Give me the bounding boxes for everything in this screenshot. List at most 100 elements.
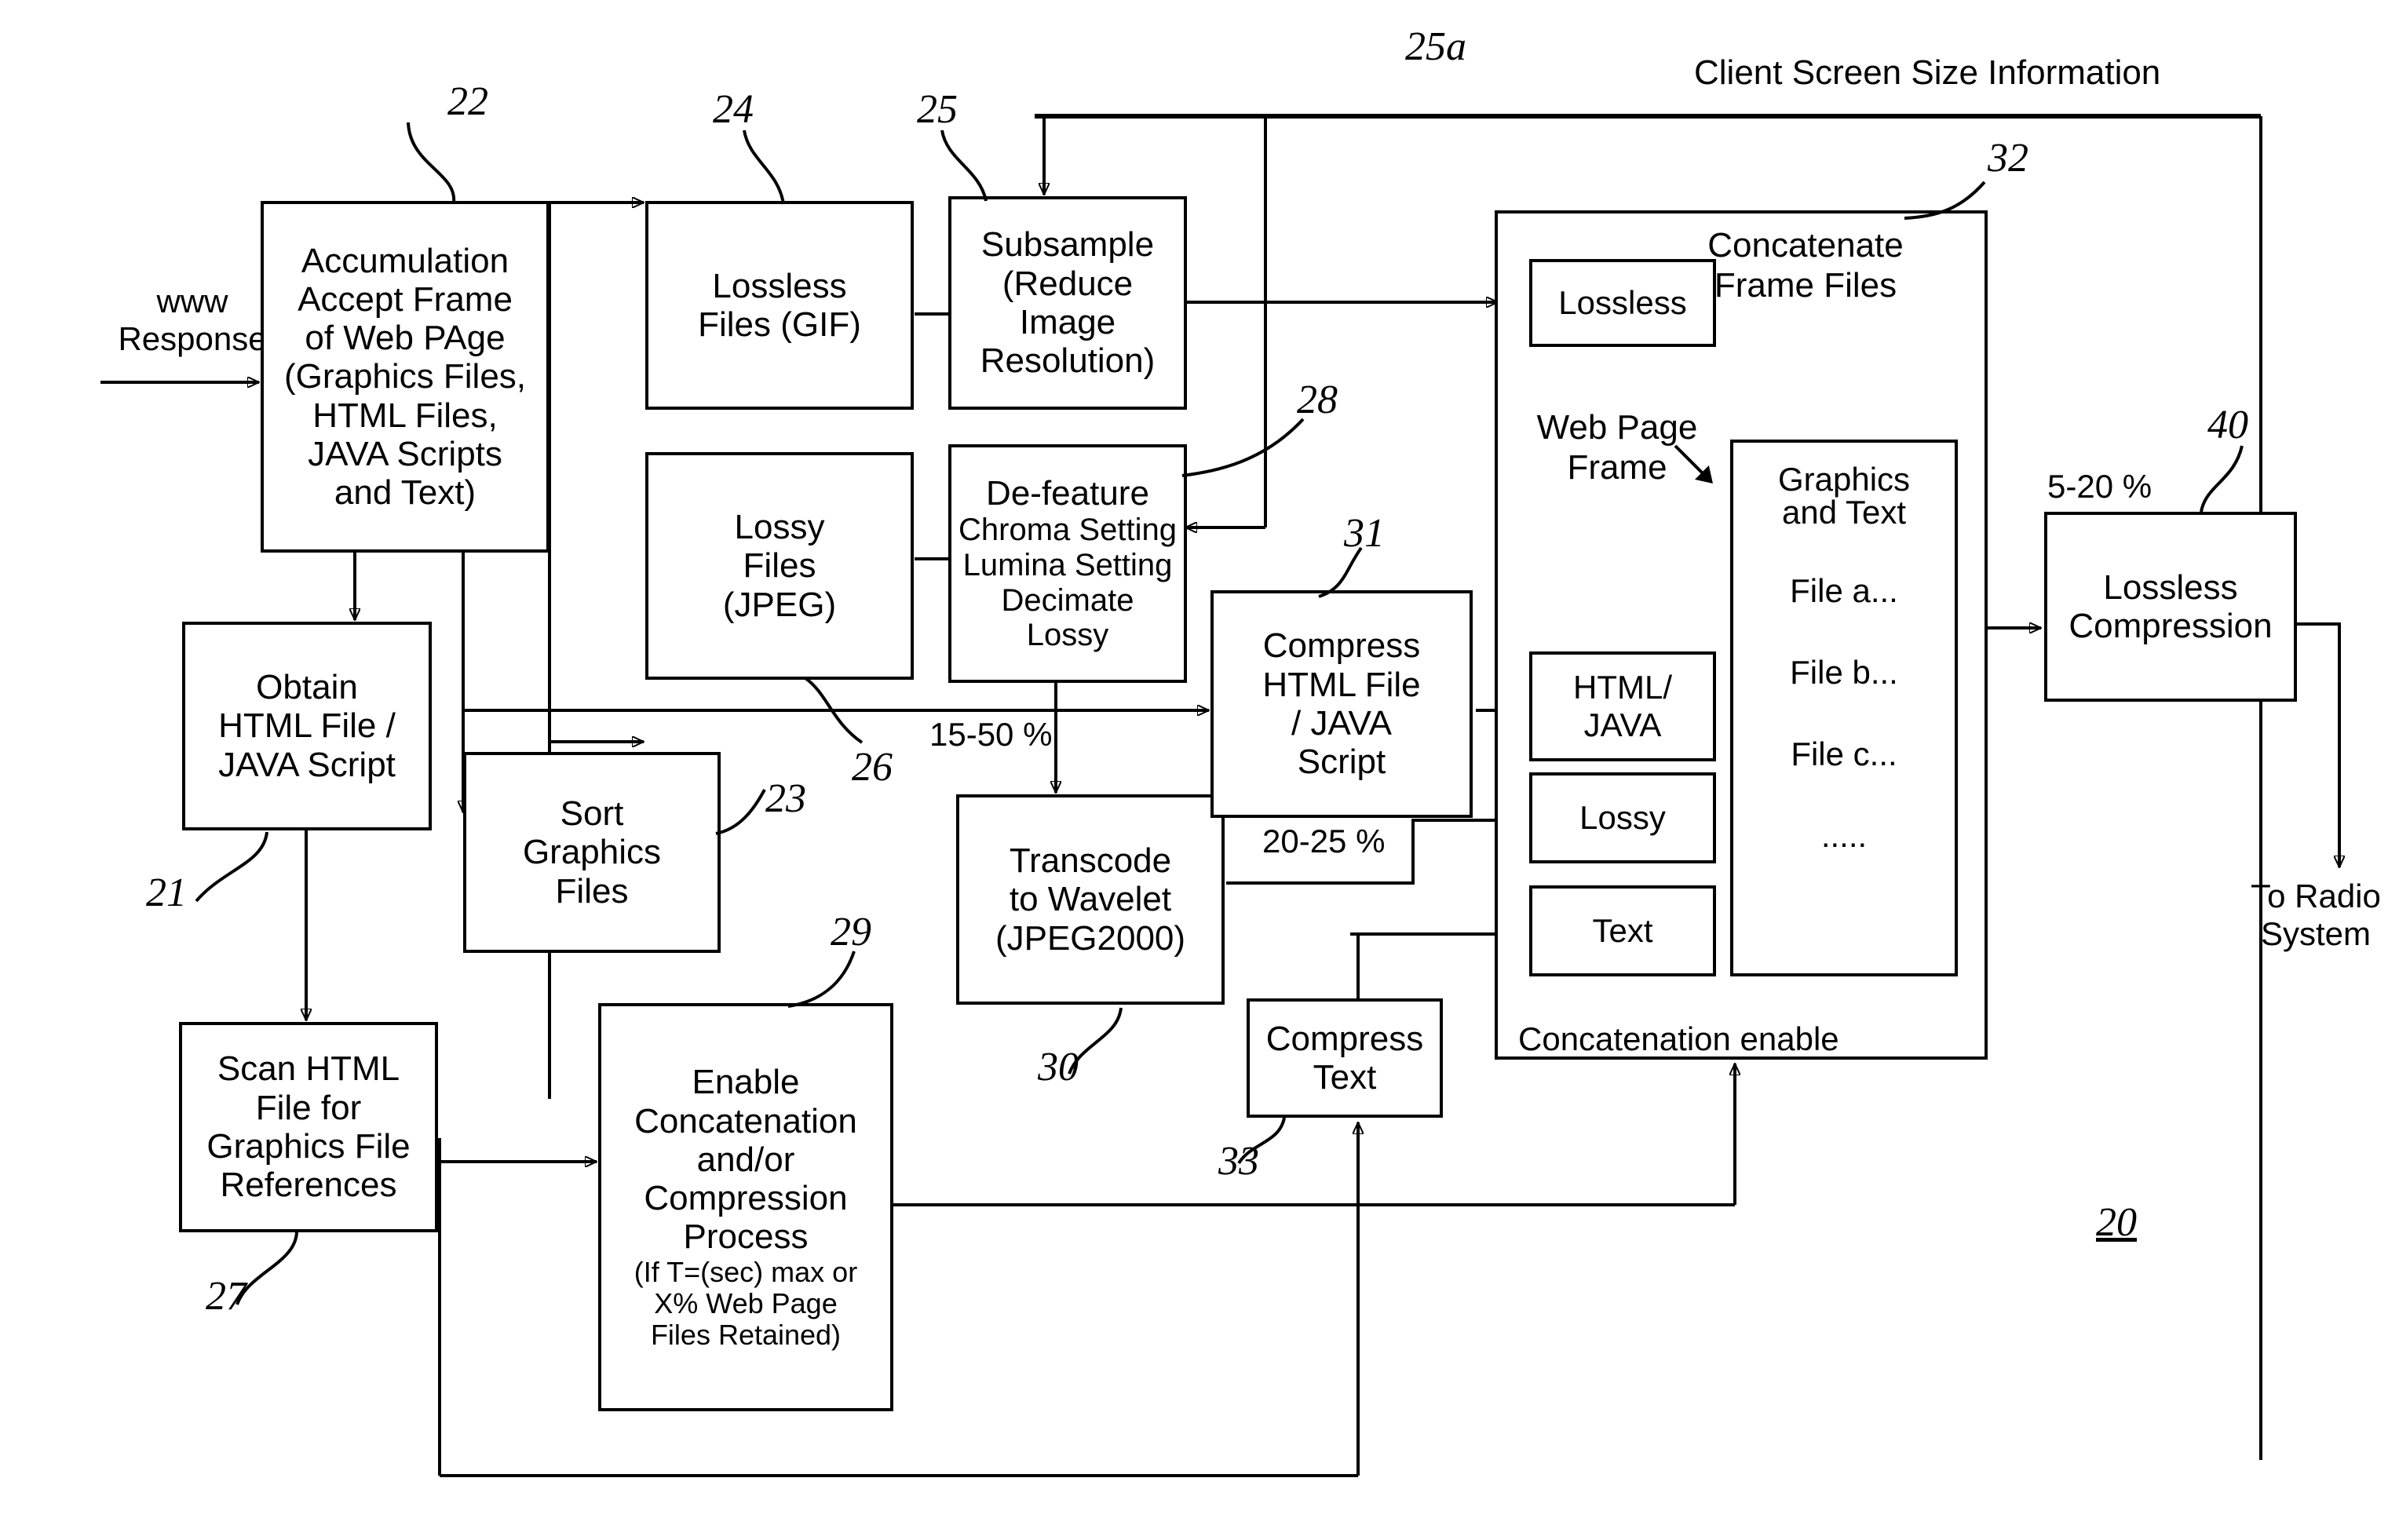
block-subsample[interactable]: Subsample (Reduce Image Resolution) xyxy=(948,196,1187,410)
accumulation-line-5: HTML Files, xyxy=(312,396,498,435)
transcode-line-3: (JPEG2000) xyxy=(995,918,1186,958)
file-list-item-b: File b... xyxy=(1790,654,1898,691)
leader-32 xyxy=(1904,181,1986,220)
subsample-line-1: Subsample xyxy=(980,225,1155,265)
compress-html-line-1: Compress xyxy=(1262,626,1421,666)
accumulation-line-4: (Graphics Files, xyxy=(283,357,527,396)
subsample-line-4: Resolution) xyxy=(980,341,1156,381)
leader-26 xyxy=(804,677,864,744)
defeature-line-3: Lumina Setting xyxy=(962,547,1173,582)
block-enable-concatenation[interactable]: Enable Concatenation and/or Compression … xyxy=(598,1003,893,1411)
enable-concat-sub-2: X% Web Page xyxy=(654,1287,838,1319)
block-scan-html[interactable]: Scan HTML File for Graphics File Referen… xyxy=(179,1022,438,1232)
subsample-line-2: (Reduce xyxy=(1002,264,1134,303)
transcode-line-1: Transcode xyxy=(1009,841,1172,881)
enable-concat-line-5: Process xyxy=(683,1217,809,1257)
block-accumulation[interactable]: Accumulation Accept Frame of Web PAge (G… xyxy=(261,201,550,553)
lossy-files-line-2: Files xyxy=(743,546,816,586)
web-page-frame-pointer-icon xyxy=(1674,444,1713,484)
slot-lossy-label: Lossy xyxy=(1579,798,1666,836)
slot-htmljava-line-1: HTML/ xyxy=(1573,668,1672,706)
block-lossy-files[interactable]: Lossy Files (JPEG) xyxy=(645,452,914,680)
obtain-html-line-1: Obtain xyxy=(256,668,358,707)
compress-html-line-3: / JAVA xyxy=(1291,704,1392,743)
leader-31 xyxy=(1318,546,1363,598)
enable-concat-line-3: and/or xyxy=(696,1140,795,1179)
obtain-html-line-2: HTML File / xyxy=(218,706,396,746)
annotation-15-50-percent: 15-50 % xyxy=(929,716,1053,753)
leader-40 xyxy=(2200,445,2244,513)
figure-number-20: 20 xyxy=(2096,1200,2137,1245)
scan-html-line-2: File for xyxy=(255,1088,362,1127)
block-obtain-html[interactable]: Obtain HTML File / JAVA Script xyxy=(182,622,432,830)
concatenate-title-line-1: Concatenate xyxy=(1707,226,1904,265)
block-compress-text[interactable]: Compress Text xyxy=(1247,998,1443,1118)
slot-lossless-label: Lossless xyxy=(1558,283,1687,321)
leader-27 xyxy=(236,1232,298,1305)
enable-concat-sub-1: (If T=(sec) max or xyxy=(634,1255,858,1288)
compress-text-line-1: Compress xyxy=(1265,1019,1424,1058)
sort-graphics-line-3: Files xyxy=(555,871,629,910)
annotation-20-25-percent: 20-25 % xyxy=(1262,823,1386,859)
accumulation-line-3: of Web PAge xyxy=(305,319,506,358)
compress-text-line-2: Text xyxy=(1313,1058,1377,1097)
leader-22 xyxy=(407,122,456,203)
transcode-line-2: to Wavelet xyxy=(1009,880,1172,919)
lossy-files-line-3: (JPEG) xyxy=(722,585,837,624)
to-radio-line-1: To Radio xyxy=(2251,878,2381,914)
defeature-line-5: Lossy xyxy=(1026,618,1109,653)
concatenate-title-line-2: Frame Files xyxy=(1714,265,1897,305)
accumulation-line-1: Accumulation xyxy=(301,241,509,280)
block-sort-graphics[interactable]: Sort Graphics Files xyxy=(463,752,721,953)
enable-concat-line-1: Enable xyxy=(692,1063,800,1102)
accumulation-line-6: JAVA Scripts xyxy=(308,434,502,473)
file-list-item-a: File a... xyxy=(1790,572,1898,609)
lossless-files-line-2: Files (GIF) xyxy=(698,305,861,344)
concatenation-enable-label: Concatenation enable xyxy=(1518,1020,1839,1057)
block-transcode-wavelet[interactable]: Transcode to Wavelet (JPEG2000) xyxy=(956,794,1225,1005)
block-compress-html[interactable]: Compress HTML File / JAVA Script xyxy=(1210,590,1473,818)
block-defeature[interactable]: De-feature Chroma Setting Lumina Setting… xyxy=(948,444,1187,683)
to-radio-line-2: System xyxy=(2260,915,2372,953)
lossy-files-line-1: Lossy xyxy=(734,508,825,547)
obtain-html-line-3: JAVA Script xyxy=(218,745,396,784)
lossless-compression-line-1: Lossless xyxy=(2103,567,2238,607)
sort-graphics-line-2: Graphics xyxy=(522,833,662,872)
ref-label-25a: 25a xyxy=(1405,24,1466,69)
concatenate-slot-lossless[interactable]: Lossless xyxy=(1529,259,1716,347)
subsample-line-3: Image xyxy=(1019,303,1116,341)
defeature-line-4: Decimate xyxy=(1001,582,1134,618)
leader-24 xyxy=(743,130,785,205)
accumulation-line-7: and Text) xyxy=(334,473,477,513)
compress-html-line-2: HTML File xyxy=(1262,665,1421,704)
web-page-frame-line-2: Frame xyxy=(1567,447,1667,487)
concatenate-slot-lossy[interactable]: Lossy xyxy=(1529,772,1716,863)
leader-30 xyxy=(1068,1007,1123,1075)
defeature-line-2: Chroma Setting xyxy=(958,513,1177,548)
lossless-files-line-1: Lossless xyxy=(712,266,847,305)
www-response-label: www Response xyxy=(102,283,283,359)
concatenate-slot-htmljava[interactable]: HTML/ JAVA xyxy=(1529,651,1716,761)
www-line-2: Response xyxy=(118,320,267,358)
slot-text-label: Text xyxy=(1592,911,1653,949)
leader-25 xyxy=(940,130,988,202)
file-list-item-c: File c... xyxy=(1791,735,1897,772)
leader-21 xyxy=(195,831,268,903)
scan-html-line-3: Graphics File xyxy=(206,1127,411,1166)
annotation-5-20-percent: 5-20 % xyxy=(2047,468,2152,505)
file-list-item-ellipsis: ..... xyxy=(1820,817,1868,854)
concatenate-file-list[interactable]: Graphics and Text File a... File b... Fi… xyxy=(1730,440,1958,976)
block-lossless-files[interactable]: Lossless Files (GIF) xyxy=(645,201,914,410)
concatenate-slot-text[interactable]: Text xyxy=(1529,885,1716,976)
header-client-screen-size: Client Screen Size Information xyxy=(1694,53,2161,92)
scan-html-line-1: Scan HTML xyxy=(217,1049,400,1089)
file-list-header-line-2: and Text xyxy=(1781,494,1906,531)
defeature-line-1: De-feature xyxy=(986,473,1149,513)
enable-concat-sub-3: Files Retained) xyxy=(650,1319,842,1352)
sort-graphics-line-1: Sort xyxy=(560,794,624,834)
enable-concat-line-2: Concatenation xyxy=(634,1101,857,1140)
enable-concat-line-4: Compression xyxy=(644,1179,848,1218)
accumulation-line-2: Accept Frame xyxy=(298,279,513,319)
leader-29 xyxy=(787,951,856,1008)
block-lossless-compression[interactable]: Lossless Compression xyxy=(2044,512,2297,702)
